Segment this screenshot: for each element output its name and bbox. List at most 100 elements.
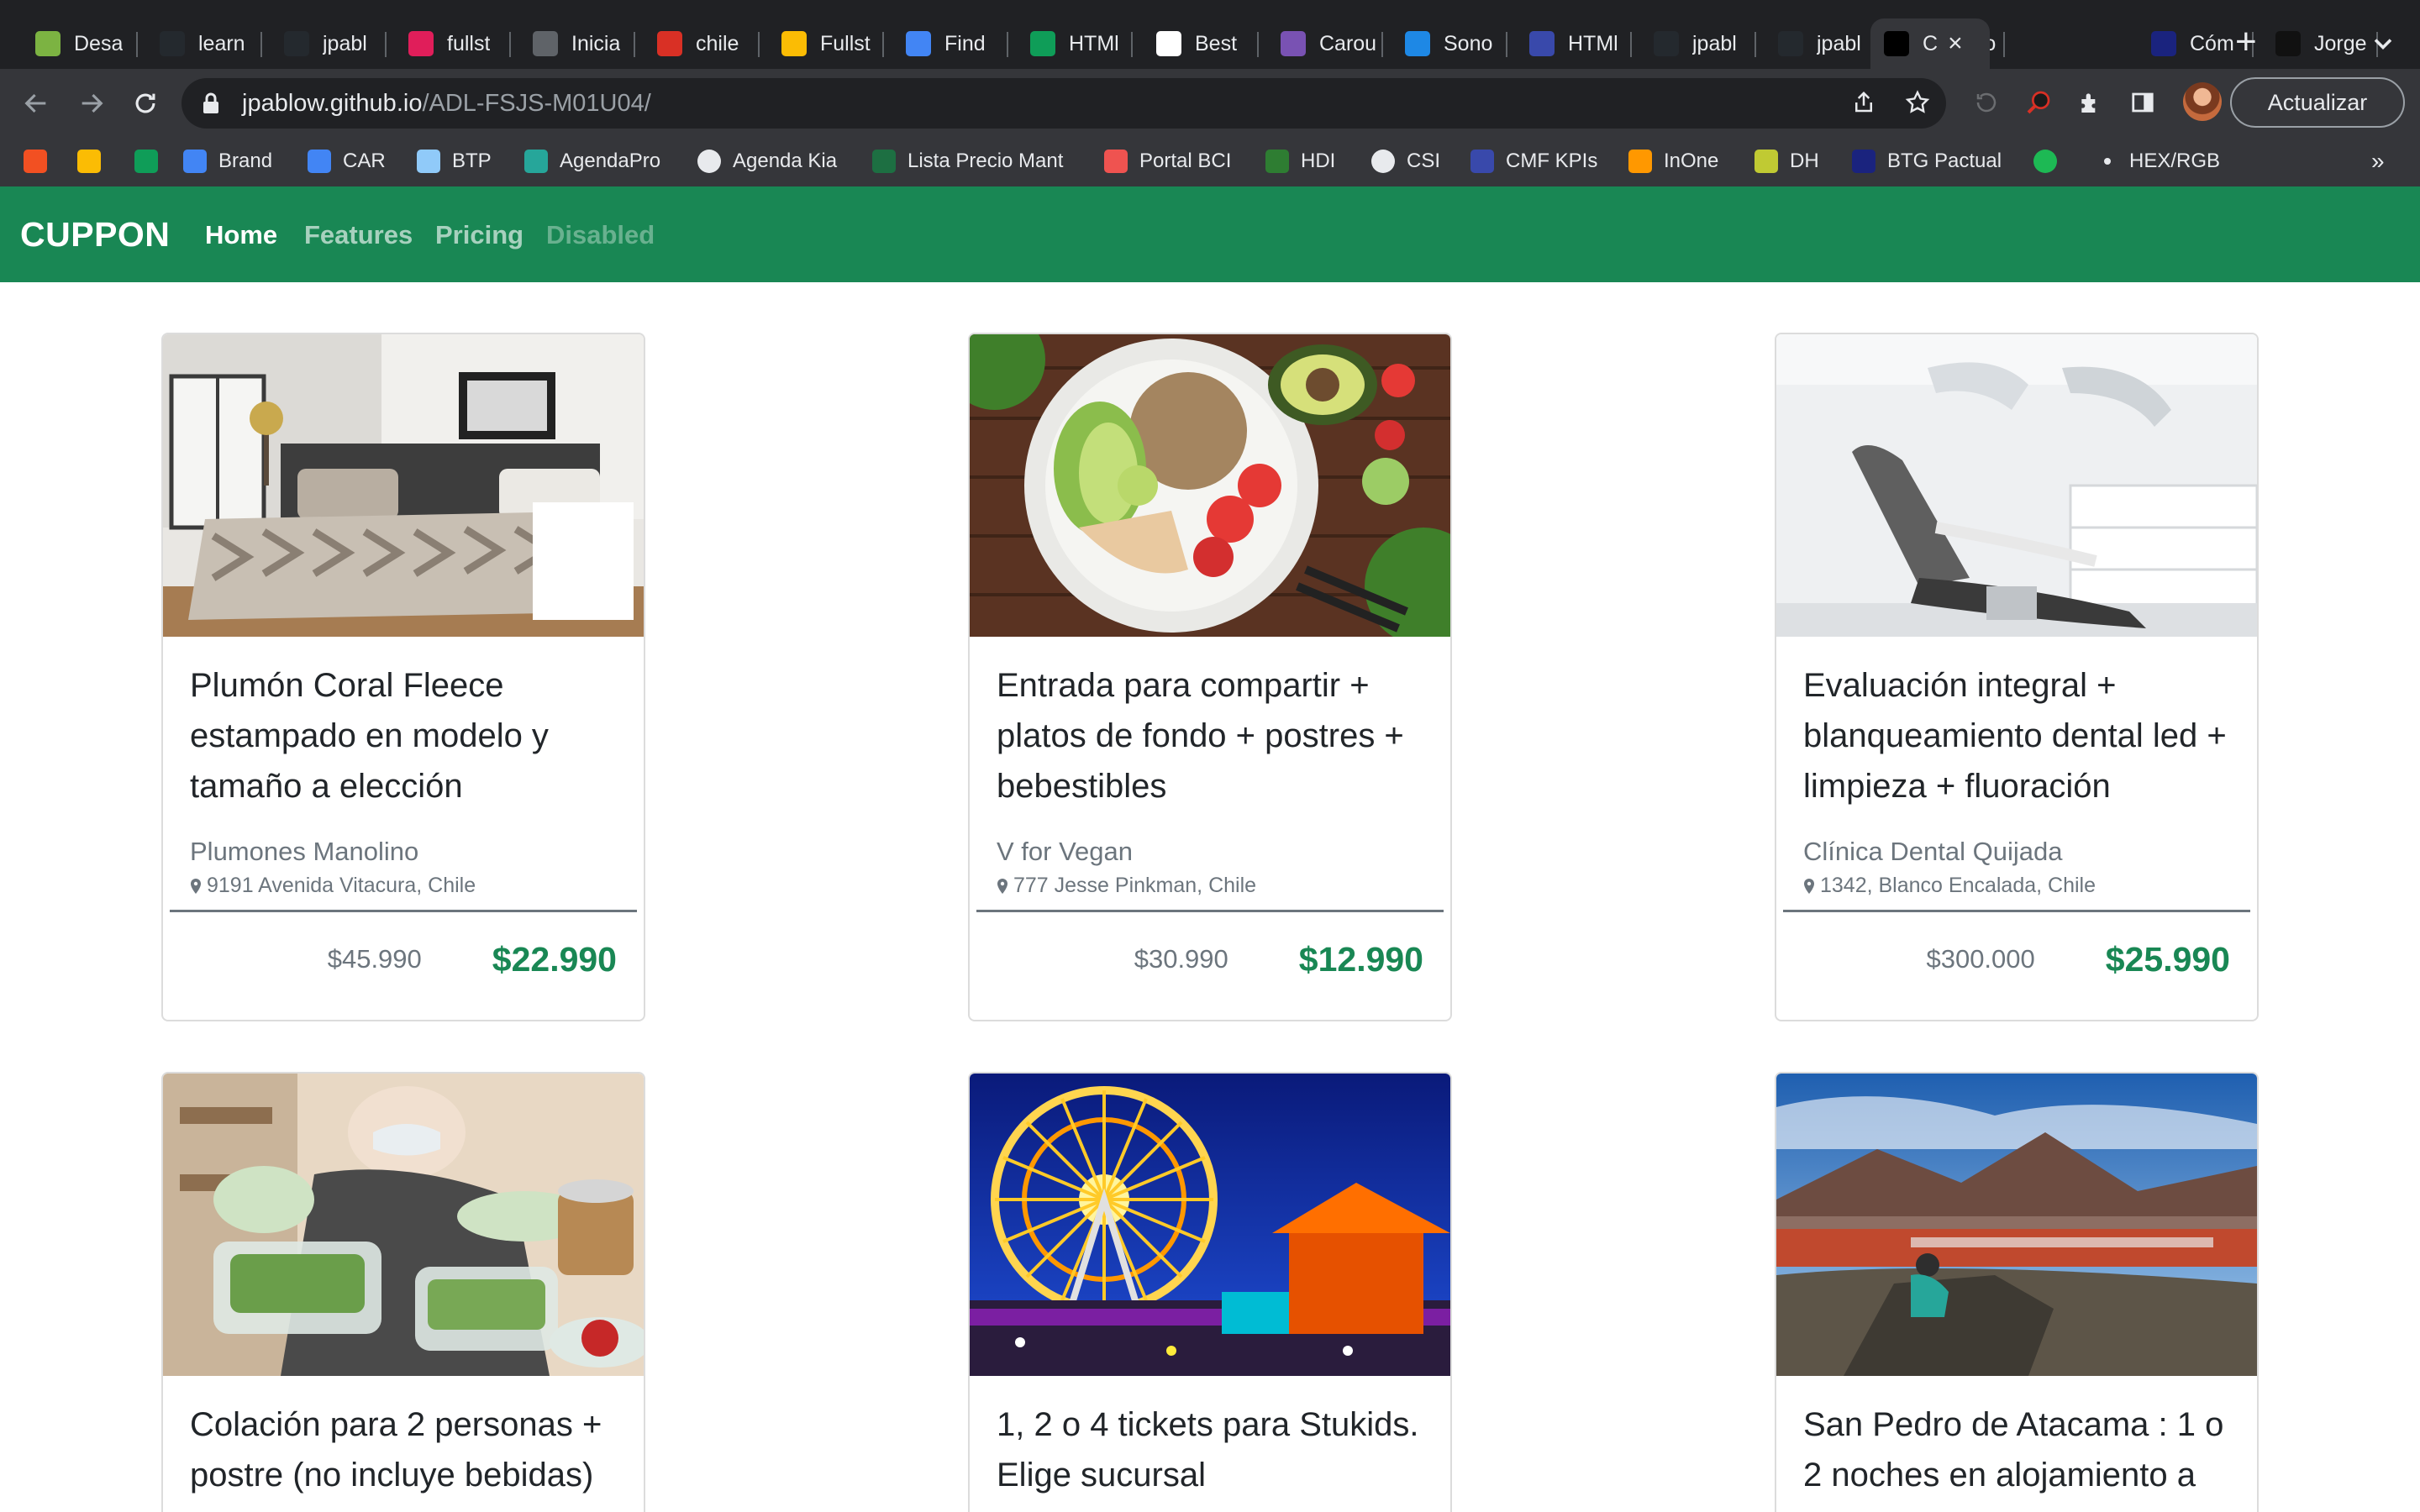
tab-title: jpabl — [1692, 31, 1737, 55]
nav-pricing-link[interactable]: Pricing — [435, 220, 523, 250]
address-bar[interactable]: jpablow.github.io/ADL-FSJS-M01U04/ — [182, 78, 1946, 129]
bookmark-item[interactable]: Lista Precio Mant — [872, 146, 1063, 176]
url-text[interactable]: jpablow.github.io/ADL-FSJS-M01U04/ — [242, 90, 651, 118]
browser-tab[interactable]: jpabl — [1763, 18, 1881, 69]
browser-tab[interactable]: Inicia — [518, 18, 635, 69]
nav-home-link[interactable]: Home — [205, 220, 277, 250]
extension-search-icon[interactable] — [2022, 86, 2055, 119]
bookmark-item[interactable]: BTG Pactual — [1852, 146, 2002, 176]
browser-tab[interactable]: jpabl — [269, 18, 387, 69]
deal-card[interactable]: 1, 2 o 4 tickets para Stukids. Elige suc… — [968, 1072, 1452, 1512]
card-title[interactable]: San Pedro de Atacama : 1 o 2 noches en a… — [1803, 1399, 2230, 1500]
site-brand[interactable]: CUPPON — [20, 215, 170, 255]
browser-tab[interactable]: learn — [145, 18, 262, 69]
bookmark-item[interactable]: HDI — [1265, 146, 1335, 176]
browser-tab[interactable]: Jorge — [2260, 18, 2378, 69]
discount-price: $12.990 — [1298, 939, 1423, 979]
bookmark-item[interactable] — [77, 146, 113, 176]
browser-tab[interactable]: HTMl — [1015, 18, 1133, 69]
bookmark-item[interactable]: Brand — [183, 146, 272, 176]
tab-separator — [2003, 32, 2005, 57]
nav-features-link[interactable]: Features — [304, 220, 413, 250]
w-icon — [1030, 31, 1055, 56]
browser-tab[interactable]: jpabl — [1639, 18, 1756, 69]
bookmark-item[interactable]: BTP — [417, 146, 492, 176]
tab-title: Desa — [74, 31, 124, 55]
card-title[interactable]: Entrada para compartir + platos de fondo… — [997, 660, 1423, 811]
deal-card[interactable]: Colación para 2 personas + postre (no in… — [161, 1072, 645, 1512]
back-button[interactable] — [17, 84, 55, 123]
hdi-icon — [1265, 150, 1289, 173]
tab-separator — [1381, 32, 1383, 57]
bookmark-item[interactable]: DH — [1754, 146, 1819, 176]
bootstrap-icon — [1281, 31, 1306, 56]
browser-tab[interactable]: Carou — [1265, 18, 1383, 69]
price-row: $45.990 $22.990 — [163, 912, 644, 1006]
bookmark-item[interactable]: CAR — [308, 146, 386, 176]
card-title[interactable]: 1, 2 o 4 tickets para Stukids. Elige suc… — [997, 1399, 1423, 1500]
deal-card[interactable]: Evaluación integral + blanqueamiento den… — [1775, 333, 2259, 1021]
bookmark-item[interactable]: Agenda Kia — [697, 146, 837, 176]
browser-tab[interactable]: Fullst — [766, 18, 884, 69]
bookmark-item[interactable] — [134, 146, 170, 176]
extensions-puzzle-icon[interactable] — [2074, 86, 2107, 119]
browser-tab[interactable]: chile — [642, 18, 760, 69]
brackets-icon — [35, 31, 60, 56]
bookmark-item[interactable]: CSI — [1371, 146, 1440, 176]
card-title[interactable]: Evaluación integral + blanqueamiento den… — [1803, 660, 2230, 811]
address-row: 9191 Avenida Vitacura, Chile — [190, 874, 617, 898]
side-panel-icon[interactable] — [2126, 86, 2160, 119]
original-price: $45.990 — [327, 944, 422, 974]
new-tab-button[interactable]: + — [2235, 24, 2257, 60]
bookmark-label: BTG Pactual — [1887, 150, 2002, 172]
ferris-wheel-photo — [970, 1074, 1450, 1376]
tab-separator — [758, 32, 760, 57]
profile-avatar[interactable] — [2183, 82, 2222, 121]
site-navbar: CUPPON Home Features Pricing Disabled — [0, 186, 2420, 282]
browser-tab[interactable]: HTMl — [1514, 18, 1632, 69]
bookmark-item[interactable] — [24, 146, 59, 176]
card-title[interactable]: Plumón Coral Fleece estampado en modelo … — [190, 660, 617, 811]
forward-button[interactable] — [72, 84, 111, 123]
deal-card[interactable]: Plumón Coral Fleece estampado en modelo … — [161, 333, 645, 1021]
bookmark-item[interactable]: HEX/RGB — [2096, 146, 2220, 176]
deal-card[interactable]: San Pedro de Atacama : 1 o 2 noches en a… — [1775, 1072, 2259, 1512]
lock-icon[interactable] — [202, 92, 220, 115]
tab-active[interactable]: C × — [1870, 18, 1990, 69]
tab-separator — [1257, 32, 1259, 57]
reload-button[interactable] — [126, 84, 165, 123]
tab-search-icon[interactable] — [2368, 29, 2398, 59]
bookmark-item[interactable]: Portal BCI — [1104, 146, 1231, 176]
update-button[interactable]: Actualizar — [2230, 77, 2405, 128]
globe-icon — [533, 31, 558, 56]
globe-icon — [1371, 150, 1395, 173]
back-arrow-icon — [24, 93, 46, 113]
tab-title: jpabl — [323, 31, 367, 55]
card-title[interactable]: Colación para 2 personas + postre (no in… — [190, 1399, 617, 1500]
browser-tab[interactable]: Find — [891, 18, 1008, 69]
history-icon[interactable] — [1970, 86, 2003, 119]
btg-icon — [1852, 150, 1876, 173]
deal-card[interactable]: Entrada para compartir + platos de fondo… — [968, 333, 1452, 1021]
bookmark-item[interactable] — [2033, 146, 2069, 176]
tab-title: HTMl — [1568, 31, 1618, 55]
tab-separator — [882, 32, 884, 57]
bookmarks-overflow-button[interactable]: » — [2371, 148, 2385, 175]
browser-tab[interactable]: Best — [1141, 18, 1259, 69]
bookmark-item[interactable]: CMF KPIs — [1470, 146, 1597, 176]
bookmark-star-icon[interactable] — [1901, 86, 1934, 119]
bookmarks-bar: Brand CAR BTP AgendaPro Agenda Kia Lista Prec… — [0, 138, 2420, 186]
tab-title: Best — [1195, 31, 1238, 55]
github-icon — [1778, 31, 1803, 56]
browser-tab[interactable]: Desa — [20, 18, 138, 69]
share-icon[interactable] — [1847, 86, 1881, 119]
bookmark-item[interactable]: InOne — [1628, 146, 1718, 176]
browser-tab[interactable]: Sono — [1390, 18, 1507, 69]
merchant-name: Plumones Manolino — [190, 837, 419, 866]
close-tab-icon[interactable]: × — [1948, 29, 1963, 58]
bookmark-item[interactable]: AgendaPro — [524, 146, 660, 176]
browser-tab[interactable]: fullst — [393, 18, 511, 69]
tab-title: Fullst — [820, 31, 871, 55]
sono-icon — [1405, 31, 1430, 56]
tab-separator — [136, 32, 138, 57]
